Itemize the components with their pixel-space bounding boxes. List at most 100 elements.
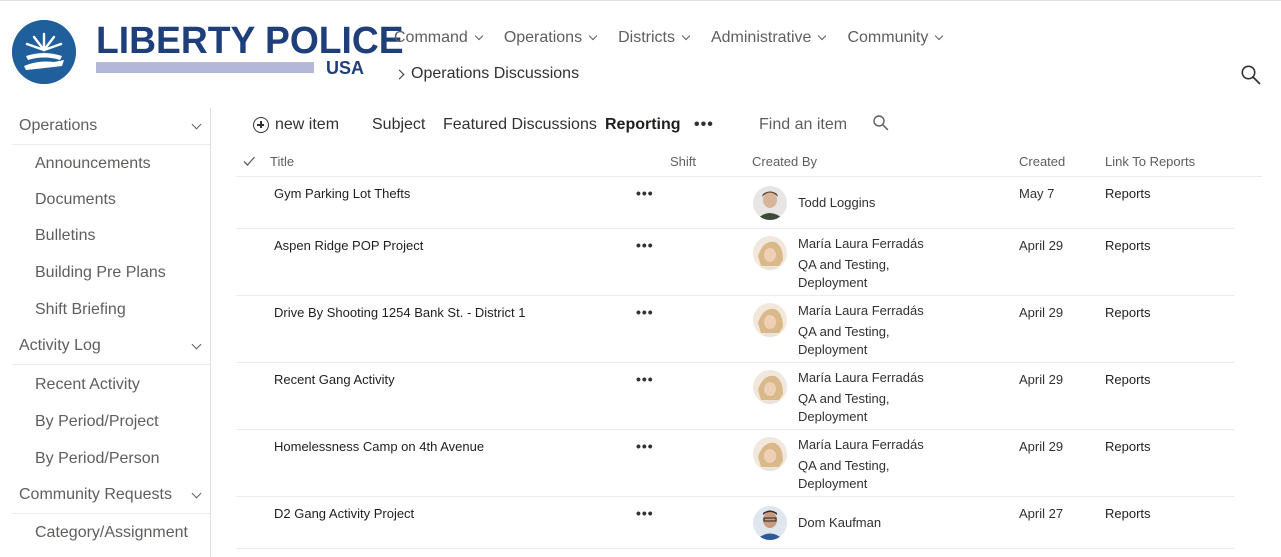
row-author[interactable]: María Laura Ferradás QA and Testing, Dep… [798, 302, 924, 359]
chevron-right-icon [394, 69, 405, 79]
nav-label: Operations [503, 29, 583, 46]
more-icon[interactable]: ••• [636, 371, 654, 387]
more-views-button[interactable]: ••• [694, 111, 714, 139]
row-link[interactable]: Reports [1105, 372, 1151, 387]
avatar [753, 236, 787, 270]
view-reporting[interactable]: Reporting [605, 111, 681, 139]
brand-bar [96, 62, 314, 73]
chevron-down-icon [588, 31, 598, 41]
row-created: April 29 [1019, 372, 1064, 387]
top-navigation: Command Operations Districts Administrat… [394, 27, 964, 49]
author-name[interactable]: María Laura Ferradás [798, 436, 924, 454]
more-icon[interactable]: ••• [636, 505, 654, 521]
author-detail: QA and Testing, Deployment [798, 391, 890, 424]
more-icon[interactable]: ••• [636, 304, 654, 320]
brand-sub: USA [326, 58, 365, 78]
nav-label: Community [847, 29, 929, 46]
leftnav-item-by-period-project[interactable]: By Period/Project [35, 411, 159, 433]
row-link[interactable]: Reports [1105, 186, 1151, 201]
row-link[interactable]: Reports [1105, 439, 1151, 454]
list-row[interactable]: D2 Gang Activity Project ••• Dom Kaufman… [236, 497, 1234, 549]
leftnav-group-activity-log[interactable]: Activity Log [12, 328, 210, 365]
group-label: Community Requests [19, 486, 172, 503]
breadcrumb[interactable]: Operations Discussions [394, 65, 579, 83]
more-icon: ••• [694, 116, 714, 133]
nav-community[interactable]: Community [847, 27, 944, 49]
new-item-button[interactable]: new item [253, 111, 339, 139]
leftnav-group-community-requests[interactable]: Community Requests [12, 477, 210, 514]
list-row[interactable]: Recent Gang Activity ••• María Laura Fer… [236, 363, 1234, 430]
column-header-title[interactable]: Title [270, 152, 294, 172]
column-header-created[interactable]: Created [1019, 152, 1065, 172]
row-created: April 27 [1019, 506, 1064, 521]
row-created: April 29 [1019, 238, 1064, 253]
row-author[interactable]: María Laura Ferradás QA and Testing, Dep… [798, 369, 924, 426]
list-row[interactable]: Gym Parking Lot Thefts ••• Todd Loggins … [236, 177, 1234, 229]
row-author[interactable]: María Laura Ferradás QA and Testing, Dep… [798, 235, 924, 292]
select-all-check-icon[interactable] [242, 154, 256, 168]
nav-label: Command [394, 29, 468, 46]
row-link[interactable]: Reports [1105, 305, 1151, 320]
avatar [753, 303, 787, 337]
chevron-down-icon [191, 119, 202, 130]
leftnav-item-recent-activity[interactable]: Recent Activity [35, 374, 140, 396]
more-icon[interactable]: ••• [636, 237, 654, 253]
top-border [0, 0, 1281, 1]
more-icon[interactable]: ••• [636, 185, 654, 201]
column-header-link[interactable]: Link To Reports [1105, 152, 1195, 172]
view-featured-discussions[interactable]: Featured Discussions [443, 111, 597, 139]
leftnav-item-bulletins[interactable]: Bulletins [35, 225, 95, 247]
chevron-down-icon [191, 488, 202, 499]
row-author[interactable]: María Laura Ferradás QA and Testing, Dep… [798, 436, 924, 493]
leftnav-item-announcements[interactable]: Announcements [35, 153, 151, 175]
avatar [753, 437, 787, 471]
liberty-logo-icon[interactable] [12, 20, 76, 84]
author-name[interactable]: María Laura Ferradás [798, 369, 924, 387]
new-item-label: new item [275, 116, 340, 133]
avatar [753, 506, 787, 540]
leftnav-item-category-assignment[interactable]: Category/Assignment [35, 522, 188, 544]
brand-name[interactable]: LIBERTY POLICE [96, 22, 404, 60]
nav-label: Administrative [710, 29, 812, 46]
view-subject[interactable]: Subject [372, 111, 425, 139]
row-link[interactable]: Reports [1105, 506, 1151, 521]
row-created: May 7 [1019, 186, 1055, 201]
leftnav-group-operations[interactable]: Operations [12, 108, 210, 145]
row-link[interactable]: Reports [1105, 238, 1151, 253]
list-row[interactable]: Drive By Shooting 1254 Bank St. - Distri… [236, 296, 1234, 363]
column-header-shift[interactable]: Shift [670, 152, 696, 172]
leftnav-item-shift-briefing[interactable]: Shift Briefing [35, 299, 126, 321]
list-row[interactable]: Aspen Ridge POP Project ••• María Laura … [236, 229, 1234, 296]
nav-operations[interactable]: Operations [503, 27, 598, 49]
chevron-down-icon [681, 31, 691, 41]
chevron-down-icon [191, 339, 202, 350]
leftnav-item-building-pre-plans[interactable]: Building Pre Plans [35, 262, 166, 284]
row-author[interactable]: Todd Loggins [798, 194, 875, 212]
search-icon[interactable] [1240, 64, 1262, 86]
nav-administrative[interactable]: Administrative [710, 27, 827, 49]
search-icon[interactable] [872, 114, 890, 132]
row-title[interactable]: D2 Gang Activity Project [274, 506, 414, 521]
row-title[interactable]: Homelessness Camp on 4th Avenue [274, 439, 484, 454]
nav-command[interactable]: Command [394, 27, 484, 49]
nav-label: Districts [618, 29, 675, 46]
find-item-input[interactable]: Find an item [759, 111, 847, 139]
row-created: April 29 [1019, 439, 1064, 454]
author-detail: QA and Testing, Deployment [798, 324, 890, 357]
avatar [753, 370, 787, 404]
row-title[interactable]: Drive By Shooting 1254 Bank St. - Distri… [274, 305, 525, 320]
author-name[interactable]: María Laura Ferradás [798, 235, 924, 253]
more-icon[interactable]: ••• [636, 438, 654, 454]
add-circle-icon [253, 117, 269, 133]
row-title[interactable]: Aspen Ridge POP Project [274, 238, 423, 253]
nav-districts[interactable]: Districts [618, 27, 691, 49]
leftnav-item-documents[interactable]: Documents [35, 189, 116, 211]
author-detail: QA and Testing, Deployment [798, 458, 890, 491]
row-title[interactable]: Gym Parking Lot Thefts [274, 186, 410, 201]
author-name[interactable]: María Laura Ferradás [798, 302, 924, 320]
row-author[interactable]: Dom Kaufman [798, 514, 881, 532]
list-row[interactable]: Homelessness Camp on 4th Avenue ••• Marí… [236, 430, 1234, 497]
column-header-created-by[interactable]: Created By [752, 152, 817, 172]
leftnav-item-by-period-person[interactable]: By Period/Person [35, 448, 160, 470]
row-title[interactable]: Recent Gang Activity [274, 372, 395, 387]
